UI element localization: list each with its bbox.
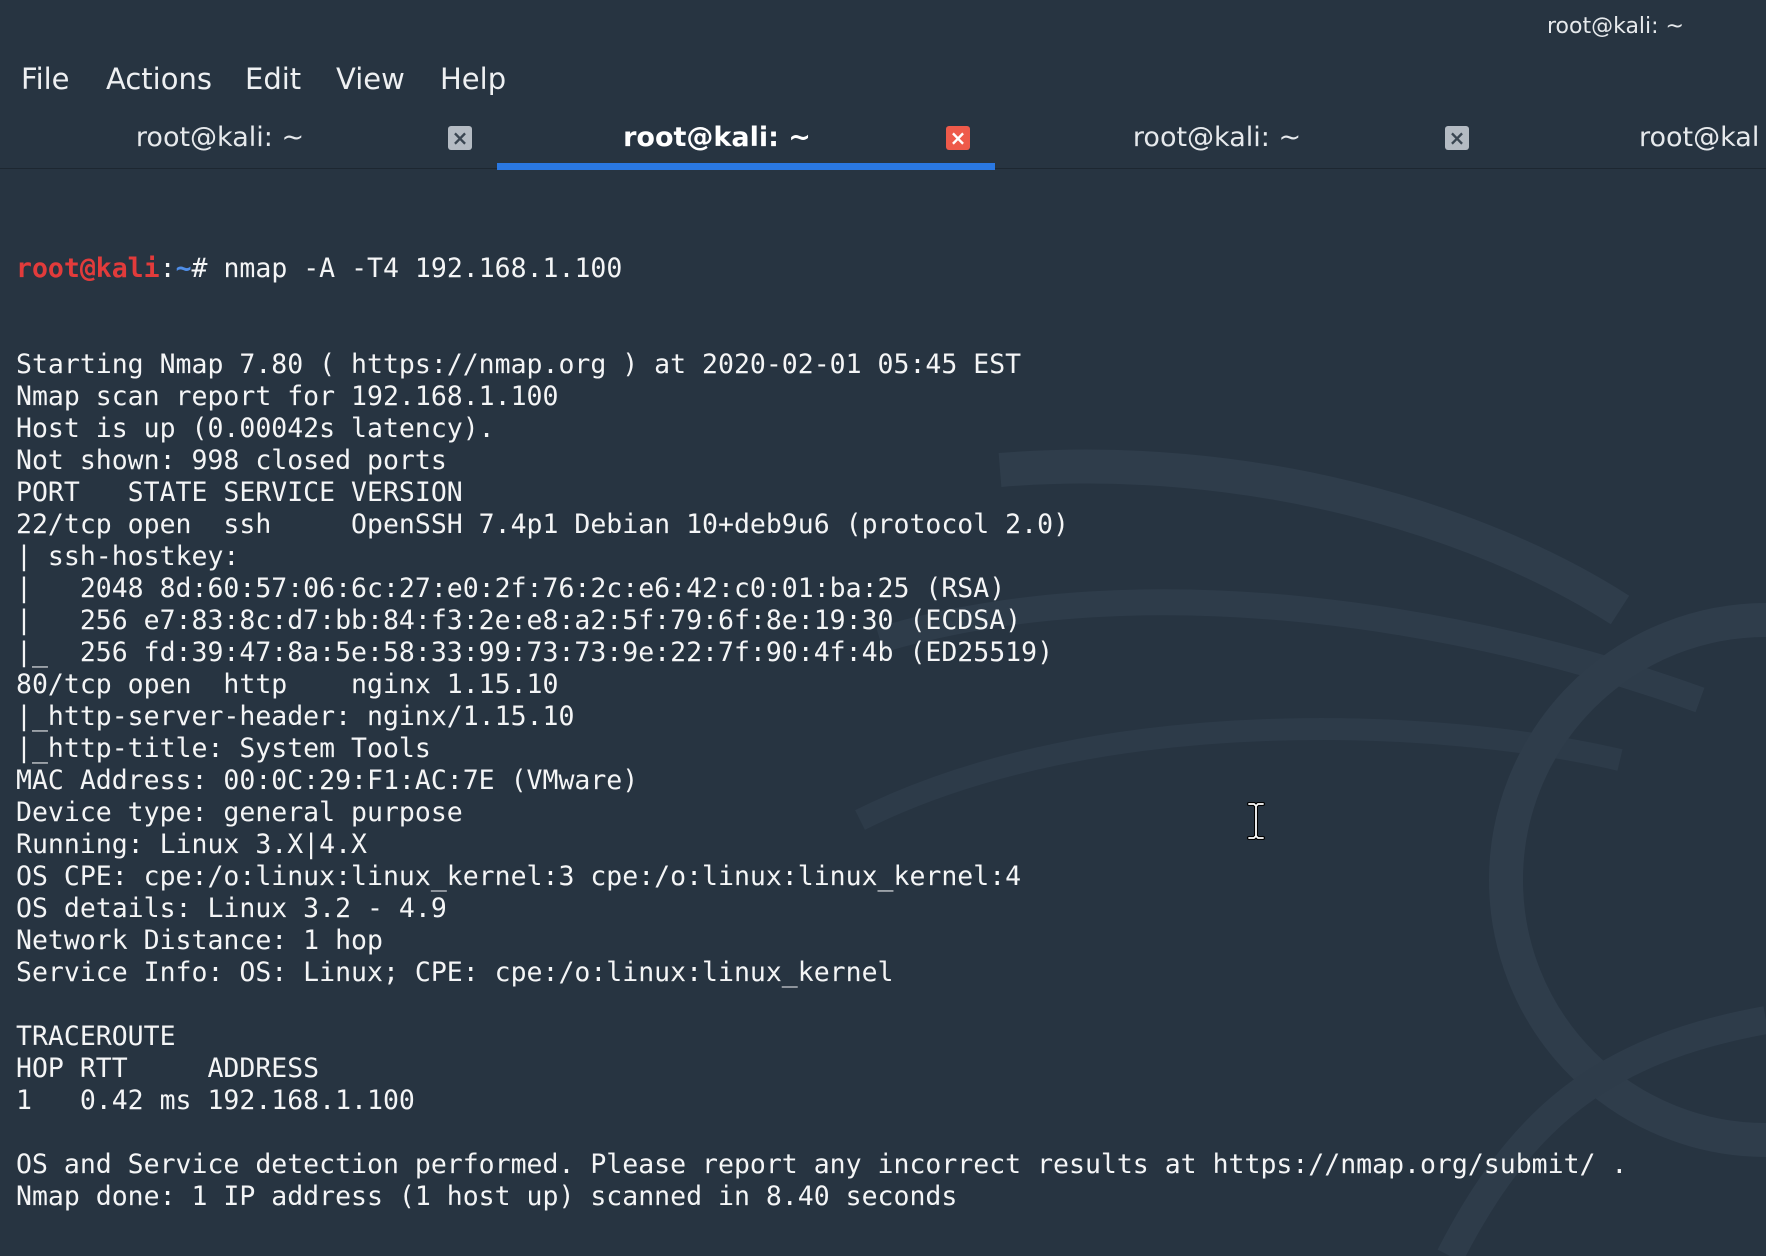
output-line: Starting Nmap 7.80 ( https://nmap.org ) … bbox=[16, 349, 1022, 380]
output-line: 22/tcp open ssh OpenSSH 7.4p1 Debian 10+… bbox=[16, 509, 1069, 540]
menu-actions[interactable]: Actions bbox=[106, 62, 212, 96]
prompt-symbol: # bbox=[191, 253, 224, 284]
menu-bar: File Actions Edit View Help bbox=[0, 56, 1766, 104]
text-cursor-icon bbox=[1247, 802, 1265, 840]
close-icon[interactable]: × bbox=[448, 126, 472, 150]
output-line: | 256 e7:83:8c:d7:bb:84:f3:2e:e8:a2:5f:7… bbox=[16, 605, 1022, 636]
tab-terminal-3[interactable]: root@kali: ~ × bbox=[997, 112, 1495, 168]
output-line: Network Distance: 1 hop bbox=[16, 925, 383, 956]
output-line: Service Info: OS: Linux; CPE: cpe:/o:lin… bbox=[16, 957, 894, 988]
output-line: Device type: general purpose bbox=[16, 797, 463, 828]
output-line: OS and Service detection performed. Plea… bbox=[16, 1149, 1628, 1180]
output-line: Running: Linux 3.X|4.X bbox=[16, 829, 367, 860]
tab-terminal-4[interactable]: root@kal bbox=[1497, 112, 1766, 168]
active-tab-indicator bbox=[497, 163, 995, 170]
output-line: | ssh-hostkey: bbox=[16, 541, 240, 572]
prompt-user: root@kali bbox=[16, 253, 160, 284]
output-line: OS CPE: cpe:/o:linux:linux_kernel:3 cpe:… bbox=[16, 861, 1022, 892]
menu-help[interactable]: Help bbox=[440, 62, 506, 96]
close-icon[interactable]: × bbox=[1445, 126, 1469, 150]
terminal-output[interactable]: root@kali:~# nmap -A -T4 192.168.1.100 S… bbox=[16, 189, 1756, 1239]
tab-label: root@kal bbox=[1639, 122, 1760, 153]
output-line: PORT STATE SERVICE VERSION bbox=[16, 477, 463, 508]
output-line: 80/tcp open http nginx 1.15.10 bbox=[16, 669, 559, 700]
output-line: |_http-server-header: nginx/1.15.10 bbox=[16, 701, 575, 732]
tab-label: root@kali: ~ bbox=[135, 122, 305, 153]
output-line: |_http-title: System Tools bbox=[16, 733, 431, 764]
tab-terminal-2[interactable]: root@kali: ~ × bbox=[497, 112, 995, 170]
title-bar: root@kali: ~ bbox=[0, 0, 1766, 52]
tab-label: root@kali: ~ bbox=[1132, 122, 1302, 153]
tab-terminal-1[interactable]: root@kali: ~ × bbox=[0, 112, 498, 168]
output-line: HOP RTT ADDRESS bbox=[16, 1053, 320, 1084]
menu-file[interactable]: File bbox=[21, 62, 70, 96]
menu-view[interactable]: View bbox=[336, 62, 405, 96]
output-line: MAC Address: 00:0C:29:F1:AC:7E (VMware) bbox=[16, 765, 639, 796]
output-line: Nmap done: 1 IP address (1 host up) scan… bbox=[16, 1181, 958, 1212]
tab-label: root@kali: ~ bbox=[623, 122, 811, 153]
tab-bar: root@kali: ~ × root@kali: ~ × root@kali:… bbox=[0, 112, 1766, 170]
output-line: OS details: Linux 3.2 - 4.9 bbox=[16, 893, 447, 924]
output-line: | 2048 8d:60:57:06:6c:27:e0:2f:76:2c:e6:… bbox=[16, 573, 1006, 604]
menu-edit[interactable]: Edit bbox=[245, 62, 301, 96]
output-line: TRACEROUTE bbox=[16, 1021, 176, 1052]
output-lines: Starting Nmap 7.80 ( https://nmap.org ) … bbox=[16, 349, 1756, 1213]
output-line: |_ 256 fd:39:47:8a:5e:58:33:99:73:73:9e:… bbox=[16, 637, 1054, 668]
window-title: root@kali: ~ bbox=[1546, 14, 1684, 39]
output-line: Nmap scan report for 192.168.1.100 bbox=[16, 381, 559, 412]
output-line: 1 0.42 ms 192.168.1.100 bbox=[16, 1085, 415, 1116]
prompt-separator: : bbox=[159, 253, 176, 284]
prompt-directory: ~ bbox=[175, 253, 192, 284]
close-icon[interactable]: × bbox=[946, 126, 970, 150]
command-text: nmap -A -T4 192.168.1.100 bbox=[223, 253, 623, 284]
output-line: Host is up (0.00042s latency). bbox=[16, 413, 495, 444]
command-line: root@kali:~# nmap -A -T4 192.168.1.100 bbox=[16, 253, 1756, 285]
output-line: Not shown: 998 closed ports bbox=[16, 445, 447, 476]
